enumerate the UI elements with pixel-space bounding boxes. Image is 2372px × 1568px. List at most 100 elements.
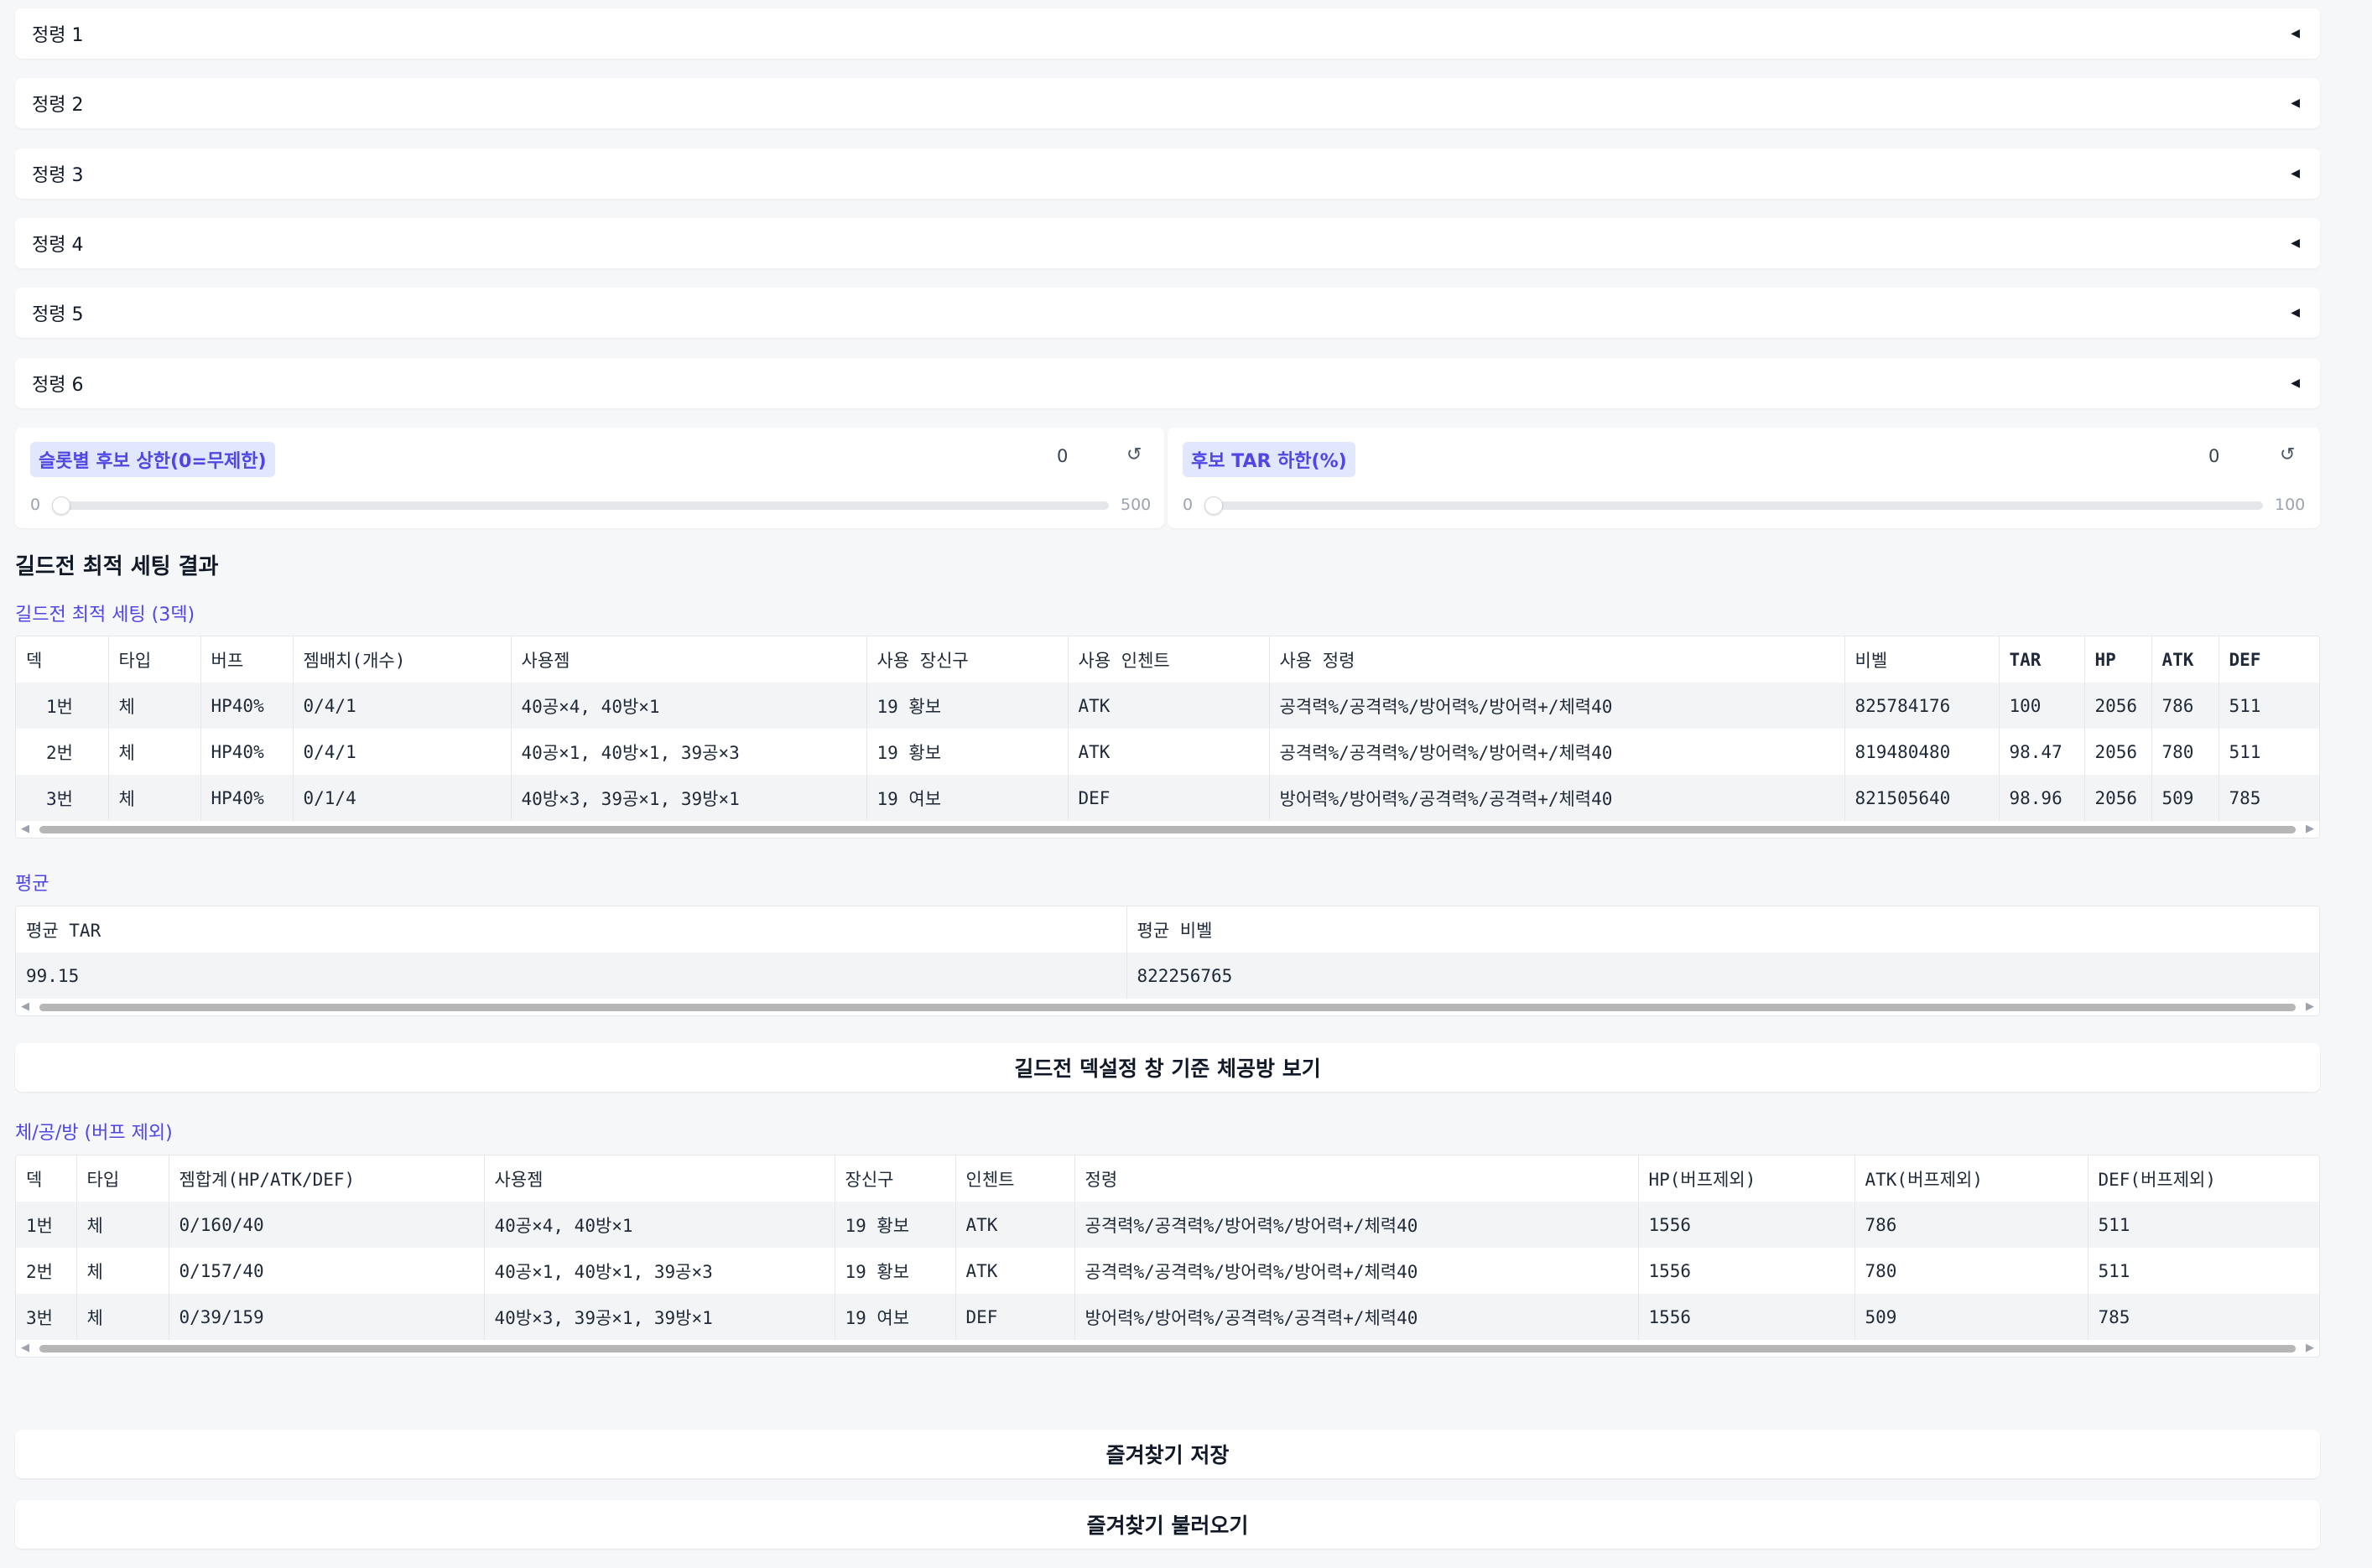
- table-cell: ATK: [955, 1202, 1075, 1248]
- deck-table: 덱 타입 버프 젬배치(개수) 사용젬 사용 장신구 사용 인첸트 사용 정령 …: [15, 636, 2320, 839]
- caret-left-icon: ◀: [2291, 376, 2300, 390]
- column-header[interactable]: 사용젬: [484, 1155, 835, 1202]
- table-row: 1번 체 0/160/40 40공×4, 40방×1 19 황보 ATK 공격력…: [16, 1202, 2319, 1248]
- accordion-label: 정령 5: [32, 304, 84, 325]
- reset-icon[interactable]: ↺: [1126, 444, 1142, 465]
- candidate-limit-input[interactable]: 0: [1057, 446, 1068, 466]
- slider-thumb[interactable]: [52, 496, 70, 515]
- table-cell: 19 황보: [835, 1202, 956, 1248]
- table-row: 2번 체 HP40% 0/4/1 40공×1, 40방×1, 39공×3 19 …: [16, 729, 2319, 775]
- tar-min-slider[interactable]: [1204, 496, 2263, 515]
- scroll-left-icon[interactable]: ◀: [21, 1342, 29, 1354]
- accordion-label: 정령 3: [32, 165, 84, 186]
- column-header[interactable]: 사용 인첸트: [1068, 636, 1270, 683]
- reset-icon[interactable]: ↺: [2280, 444, 2295, 465]
- table-cell: ATK: [955, 1248, 1075, 1294]
- table-cell: 체: [108, 729, 201, 775]
- table-cell: 511: [2088, 1202, 2319, 1248]
- table-cell: HP40%: [200, 729, 294, 775]
- accordion-spirit-6[interactable]: 정령 6 ◀: [15, 358, 2320, 408]
- column-header[interactable]: ATK: [2151, 636, 2219, 683]
- column-header[interactable]: ATK(버프제외): [1854, 1155, 2089, 1202]
- table-cell: 40방×3, 39공×1, 39방×1: [511, 775, 867, 821]
- table-cell: 99.15: [16, 953, 1127, 999]
- accordion-spirit-4[interactable]: 정령 4 ◀: [15, 218, 2320, 268]
- slider-max-label: 100: [2275, 496, 2306, 514]
- column-header[interactable]: 정령: [1074, 1155, 1639, 1202]
- column-header[interactable]: 타입: [108, 636, 201, 683]
- table-cell: 0/1/4: [293, 775, 512, 821]
- table-cell: 822256765: [1126, 953, 2319, 999]
- accordion-spirit-5[interactable]: 정령 5 ◀: [15, 288, 2320, 338]
- accordion-spirit-1[interactable]: 정령 1 ◀: [15, 8, 2320, 59]
- column-header[interactable]: 사용젬: [511, 636, 867, 683]
- table-cell: 1556: [1638, 1294, 1855, 1340]
- column-header[interactable]: 인첸트: [955, 1155, 1075, 1202]
- caret-left-icon: ◀: [2291, 96, 2300, 110]
- scroll-left-icon[interactable]: ◀: [21, 823, 29, 835]
- horizontal-scrollbar[interactable]: ◀ ▶: [16, 821, 2319, 838]
- table-cell: 1번: [16, 683, 109, 729]
- column-header[interactable]: 사용 장신구: [866, 636, 1069, 683]
- table-cell: 체: [76, 1202, 169, 1248]
- column-header[interactable]: 사용 정령: [1269, 636, 1845, 683]
- save-favorite-button[interactable]: 즐겨찾기 저장: [15, 1430, 2320, 1478]
- table-cell: 98.96: [1999, 775, 2085, 821]
- column-header[interactable]: DEF(버프제외): [2088, 1155, 2319, 1202]
- column-header[interactable]: TAR: [1999, 636, 2085, 683]
- tar-min-input[interactable]: 0: [2208, 446, 2219, 466]
- column-header[interactable]: HP(버프제외): [1638, 1155, 1855, 1202]
- table-cell: 0/160/40: [169, 1202, 485, 1248]
- column-header[interactable]: 젬배치(개수): [293, 636, 512, 683]
- table-cell: 819480480: [1844, 729, 2000, 775]
- column-header[interactable]: 비벨: [1844, 636, 2000, 683]
- table-cell: 511: [2219, 683, 2319, 729]
- slider-label-candidate-limit: 슬롯별 후보 상한(0=무제한): [30, 442, 275, 477]
- scroll-right-icon[interactable]: ▶: [2306, 1000, 2314, 1013]
- column-header[interactable]: HP: [2084, 636, 2152, 683]
- table-cell: 2번: [16, 729, 109, 775]
- scrollbar-thumb[interactable]: [39, 826, 2296, 833]
- column-header[interactable]: DEF: [2219, 636, 2319, 683]
- table-cell: 0/157/40: [169, 1248, 485, 1294]
- table-cell: 40공×4, 40방×1: [511, 683, 867, 729]
- table-cell: 19 여보: [866, 775, 1069, 821]
- table-cell: DEF: [955, 1294, 1075, 1340]
- horizontal-scrollbar[interactable]: ◀ ▶: [16, 999, 2319, 1015]
- table-cell: 786: [1854, 1202, 2089, 1248]
- scroll-right-icon[interactable]: ▶: [2306, 823, 2314, 835]
- table-row: 3번 체 0/39/159 40방×3, 39공×1, 39방×1 19 여보 …: [16, 1294, 2319, 1340]
- scroll-left-icon[interactable]: ◀: [21, 1000, 29, 1013]
- accordion-label: 정령 6: [32, 375, 84, 396]
- view-stats-button[interactable]: 길드전 덱설정 창 기준 체공방 보기: [15, 1043, 2320, 1092]
- scroll-right-icon[interactable]: ▶: [2306, 1342, 2314, 1354]
- table-cell: 786: [2151, 683, 2219, 729]
- column-header[interactable]: 타입: [76, 1155, 169, 1202]
- column-header[interactable]: 덱: [16, 1155, 77, 1202]
- load-favorite-button[interactable]: 즐겨찾기 불러오기: [15, 1500, 2320, 1549]
- accordion-label: 정령 1: [32, 25, 84, 46]
- column-header[interactable]: 장신구: [835, 1155, 956, 1202]
- accordion-spirit-2[interactable]: 정령 2 ◀: [15, 78, 2320, 128]
- slider-max-label: 500: [1121, 496, 1152, 514]
- table-cell: DEF: [1068, 775, 1270, 821]
- accordion-spirit-3[interactable]: 정령 3 ◀: [15, 148, 2320, 199]
- table-cell: HP40%: [200, 775, 294, 821]
- scrollbar-thumb[interactable]: [39, 1004, 2296, 1011]
- scrollbar-thumb[interactable]: [39, 1345, 2296, 1353]
- column-header[interactable]: 평균 TAR: [16, 906, 1127, 953]
- table-cell: 511: [2088, 1248, 2319, 1294]
- column-header[interactable]: 버프: [200, 636, 294, 683]
- column-header[interactable]: 평균 비벨: [1126, 906, 2319, 953]
- slider-thumb[interactable]: [1204, 496, 1223, 515]
- column-header[interactable]: 젬합계(HP/ATK/DEF): [169, 1155, 485, 1202]
- column-header[interactable]: 덱: [16, 636, 109, 683]
- horizontal-scrollbar[interactable]: ◀ ▶: [16, 1340, 2319, 1357]
- results-title: 길드전 최적 세팅 결과: [15, 554, 219, 579]
- candidate-limit-slider[interactable]: [52, 496, 1109, 515]
- table-header-row: 덱 타입 젬합계(HP/ATK/DEF) 사용젬 장신구 인첸트 정령 HP(버…: [16, 1155, 2319, 1202]
- table-cell: 3번: [16, 1294, 77, 1340]
- table-header-row: 평균 TAR 평균 비벨: [16, 906, 2319, 953]
- table-cell: 40방×3, 39공×1, 39방×1: [484, 1294, 835, 1340]
- avg-table: 평균 TAR 평균 비벨 99.15 822256765 ◀ ▶: [15, 906, 2320, 1016]
